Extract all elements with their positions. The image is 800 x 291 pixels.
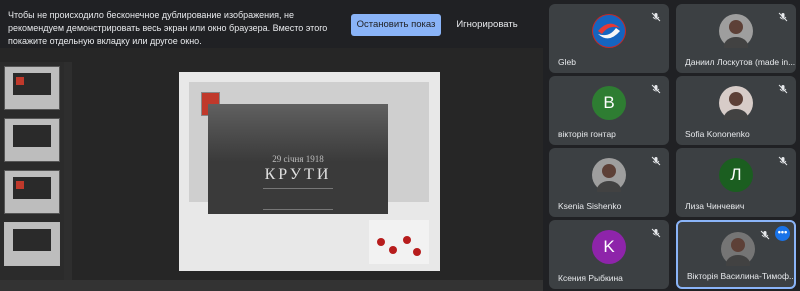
slide-thumbnail-active[interactable] (4, 222, 60, 266)
participant-tile[interactable]: Л Лиза Чинчевич (676, 148, 796, 217)
stop-sharing-button[interactable]: Остановить показ (351, 14, 441, 36)
slide-body-text (263, 188, 333, 210)
more-options-icon[interactable]: ••• (775, 226, 790, 241)
participant-name: Ksenia Sishenko (558, 201, 622, 211)
mic-off-icon (651, 225, 661, 238)
mic-off-icon (778, 9, 788, 22)
mic-off-icon (651, 81, 661, 94)
participant-tile[interactable]: K Ксения Рыбкина (549, 220, 669, 289)
avatar (721, 232, 755, 273)
participant-tile[interactable]: Ввікторія гонтар (549, 76, 669, 145)
participant-tile[interactable]: Gleb (549, 4, 669, 73)
mic-off-icon (778, 81, 788, 94)
avatar (719, 86, 753, 127)
slide-thumbnails-panel (0, 62, 64, 282)
slide-title: КРУТИ (264, 166, 332, 183)
participant-name: Даниил Лоскутов (made in... (685, 57, 796, 67)
mic-off-icon (651, 153, 661, 166)
participant-tile[interactable]: Даниил Лоскутов (made in... (676, 4, 796, 73)
sharing-warning-text: Чтобы не происходило бесконечное дублиро… (8, 10, 328, 46)
participant-name: Ксения Рыбкина (558, 273, 623, 283)
slide-thumbnail[interactable] (4, 118, 60, 162)
participant-name: вікторія гонтар (558, 129, 616, 139)
participant-name: Вікторія Василина-Тимоф... (687, 271, 796, 281)
screen-share-area: Чтобы не происходило бесконечное дублиро… (0, 0, 543, 291)
participant-tile[interactable]: Вікторія Василина-Тимоф... ••• (676, 220, 796, 289)
participant-name: Лиза Чинчевич (685, 201, 745, 211)
avatar (592, 158, 626, 199)
mic-off-icon (778, 153, 788, 166)
participants-grid: Gleb Даниил Лоскутов (made in... Ввікторія… (549, 0, 800, 291)
participant-tile[interactable]: Ksenia Sishenko (549, 148, 669, 217)
avatar: Л (719, 158, 753, 192)
current-slide: 29 січня 1918 КРУТИ (179, 72, 440, 271)
status-bar (0, 280, 543, 291)
slide-thumbnail[interactable] (4, 170, 60, 214)
avatar: В (592, 86, 626, 120)
avatar: K (592, 230, 626, 264)
presentation-app-window: 29 січня 1918 КРУТИ (0, 48, 543, 291)
participant-tile[interactable]: Sofia Kononenko (676, 76, 796, 145)
mic-off-icon (760, 227, 770, 240)
participant-name: Sofia Kononenko (685, 129, 750, 139)
thumbnails-scrollbar[interactable] (64, 62, 72, 282)
slide-thumbnail[interactable] (4, 66, 60, 110)
slide-title-card: 29 січня 1918 КРУТИ (208, 104, 388, 214)
participant-name: Gleb (558, 57, 576, 67)
avatar (719, 14, 753, 55)
slide-subtitle: 29 січня 1918 (272, 154, 324, 164)
sharing-warning-banner: Чтобы не происходило бесконечное дублиро… (0, 0, 543, 48)
ignore-button[interactable]: Игнорировать (452, 14, 522, 36)
avatar (592, 14, 626, 48)
flowers-image (369, 220, 429, 264)
mic-off-icon (651, 9, 661, 22)
